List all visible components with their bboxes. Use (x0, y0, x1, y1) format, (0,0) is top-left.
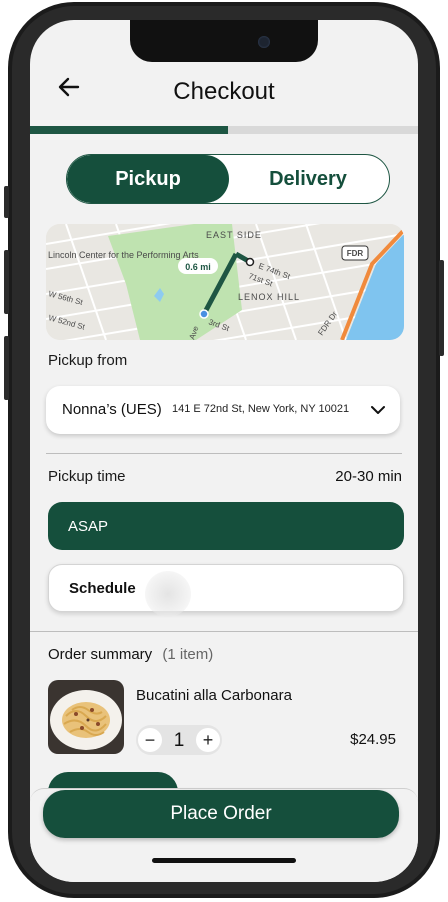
user-location (199, 309, 209, 319)
pickup-time-estimate: 20-30 min (335, 468, 402, 485)
touch-ripple (145, 571, 191, 617)
header: Checkout (30, 70, 418, 114)
decrease-quantity-button[interactable]: − (138, 728, 162, 752)
schedule-button[interactable]: Schedule (48, 564, 404, 617)
place-order-button[interactable]: Place Order (43, 790, 399, 838)
fulfillment-toggle: Pickup Delivery (66, 154, 390, 204)
map-graphic: 0.6 mi Lincoln Center for the Performing… (46, 224, 404, 340)
side-button-volume-down (4, 336, 9, 400)
dish-image (48, 680, 124, 754)
home-indicator[interactable] (152, 858, 296, 863)
fdr-shield-label: FDR (347, 249, 364, 258)
order-summary-label: Order summary (48, 646, 153, 663)
side-button-power (439, 260, 444, 356)
pickup-map[interactable]: 0.6 mi Lincoln Center for the Performing… (46, 224, 404, 340)
section-divider (46, 453, 402, 454)
quantity-stepper: − 1 + (136, 725, 222, 755)
delivery-tab[interactable]: Delivery (227, 155, 389, 203)
asap-label: ASAP (68, 517, 109, 535)
page-title: Checkout (173, 78, 275, 105)
store-name: Nonna’s (UES) (62, 401, 162, 418)
checkout-progress-bar (30, 126, 418, 134)
side-button-mute (4, 186, 9, 218)
progress-fill (30, 126, 228, 134)
increase-quantity-button[interactable]: + (196, 728, 220, 752)
camera-icon (258, 36, 270, 48)
pickup-time-label: Pickup time (48, 468, 126, 485)
pickup-from-label: Pickup from (48, 352, 128, 369)
notch (130, 20, 318, 62)
section-divider (30, 631, 418, 632)
side-button-volume-up (4, 250, 9, 314)
distance-label: 0.6 mi (185, 262, 211, 272)
schedule-label: Schedule (69, 579, 136, 597)
store-pin (245, 257, 255, 267)
item-quantity: 1 (173, 730, 185, 751)
map-label-district-2: LENOX HILL (238, 292, 300, 302)
store-select[interactable]: Nonna’s (UES) 141 E 72nd St, New York, N… (46, 386, 400, 434)
map-label-poi: Lincoln Center for the Performing Arts (48, 250, 199, 260)
order-summary-heading: Order summary (1 item) (48, 646, 213, 663)
chevron-down-icon (370, 402, 386, 418)
order-item-count: (1 item) (162, 646, 214, 663)
item-name: Bucatini alla Carbonara (136, 687, 292, 704)
item-price: $24.95 (350, 731, 396, 748)
asap-button[interactable]: ASAP (48, 502, 404, 550)
app-screen: Checkout Pickup Delivery 0.6 mi Lincoln … (30, 20, 418, 882)
pickup-tab[interactable]: Pickup (67, 155, 229, 203)
place-order-label: Place Order (170, 803, 272, 824)
map-label-district-1: EAST SIDE (206, 230, 262, 240)
store-address: 141 E 72nd St, New York, NY 10021 (172, 403, 350, 415)
